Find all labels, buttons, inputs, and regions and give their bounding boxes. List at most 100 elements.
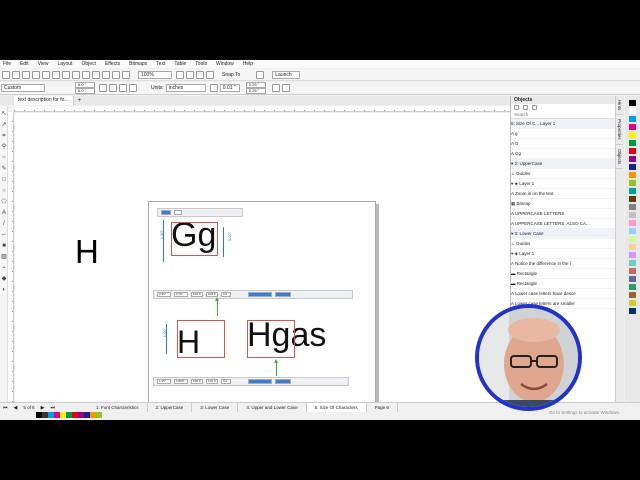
polygon-tool-icon[interactable]: ⬠ xyxy=(1,199,7,205)
object-tree-item[interactable]: A Zoom in on the text xyxy=(511,189,615,199)
page-tab[interactable]: 1: Font Charcteristics xyxy=(88,403,148,412)
side-tab-hints[interactable]: Hints xyxy=(616,96,623,116)
shape-tool-icon[interactable]: ↗ xyxy=(1,122,7,128)
bounding-rectangle-h[interactable] xyxy=(177,320,225,358)
bounding-rectangle-hgas[interactable] xyxy=(247,320,295,358)
save-icon[interactable] xyxy=(22,70,30,79)
color-swatch[interactable] xyxy=(629,220,636,226)
object-tree-item[interactable]: A UPPERCASE LETTERS, ALSO CA... xyxy=(511,219,615,229)
color-swatch[interactable] xyxy=(629,284,636,290)
units-select[interactable]: inches xyxy=(165,84,206,92)
add-tab-icon[interactable]: + xyxy=(78,98,82,104)
color-swatch[interactable] xyxy=(629,188,636,194)
color-swatch[interactable] xyxy=(629,148,636,154)
color-swatch[interactable] xyxy=(629,204,636,210)
first-page-icon[interactable]: ⏮ xyxy=(0,405,11,411)
grid-icon[interactable] xyxy=(196,70,204,79)
redo-icon[interactable] xyxy=(82,70,90,79)
page-tab[interactable]: 2: UpperCase xyxy=(148,403,193,412)
zoom-tool-icon[interactable]: ⚲ xyxy=(1,144,7,150)
delete-icon[interactable] xyxy=(532,105,537,110)
object-tree-item[interactable]: ▾ ◈ Layer 1 xyxy=(511,249,615,259)
object-tree-item[interactable]: 5: Size Of C... Layer 1 xyxy=(511,119,615,129)
launch-button[interactable]: Launch xyxy=(272,70,301,79)
page-preset-select[interactable]: Custom xyxy=(1,84,45,92)
color-swatch[interactable] xyxy=(629,164,636,170)
new-layer-icon[interactable] xyxy=(514,105,519,110)
object-tree-item[interactable]: A UPPERCASE LETTERS xyxy=(511,209,615,219)
document-page[interactable]: 1.00" Gg 0.00" 0.96" 0.76" 100.0 100.0 0… xyxy=(148,201,376,402)
text-tool-icon[interactable]: A xyxy=(1,210,7,216)
all-pages-icon[interactable] xyxy=(119,84,127,92)
crop-tool-icon[interactable]: ⌗ xyxy=(1,133,7,139)
search-icon[interactable] xyxy=(92,70,100,79)
horizontal-ruler[interactable] xyxy=(14,106,510,112)
import-icon[interactable] xyxy=(102,70,110,79)
prev-page-icon[interactable]: ◀ xyxy=(11,405,21,411)
color-swatch[interactable] xyxy=(629,276,636,282)
nudge-distance-input[interactable]: 0.01 " xyxy=(219,84,240,92)
side-tab-objects[interactable]: Objects xyxy=(616,145,623,170)
color-swatch[interactable] xyxy=(629,228,636,234)
treat-as-filled-icon[interactable] xyxy=(271,84,280,92)
gear-icon[interactable] xyxy=(256,70,265,79)
duplicate-y-input[interactable]: 0.25 " xyxy=(245,88,266,94)
color-swatch[interactable] xyxy=(629,180,636,186)
drop-shadow-icon[interactable]: ■ xyxy=(1,243,7,249)
open-icon[interactable] xyxy=(12,70,20,79)
copy-icon[interactable] xyxy=(52,70,60,79)
object-tree-item[interactable]: ▦ Bitmap xyxy=(511,199,615,209)
paste-icon[interactable] xyxy=(62,70,70,79)
menu-bitmaps[interactable]: Bitmaps xyxy=(129,61,147,67)
color-swatch[interactable] xyxy=(629,116,636,122)
menu-window[interactable]: Window xyxy=(216,61,234,67)
rectangle-tool-icon[interactable]: □ xyxy=(1,177,7,183)
side-tab-properties[interactable]: Properties xyxy=(616,115,623,145)
portrait-icon[interactable] xyxy=(99,84,107,92)
vertical-ruler[interactable] xyxy=(8,112,14,402)
color-swatch[interactable] xyxy=(629,292,636,298)
color-swatch[interactable] xyxy=(629,132,636,138)
page-tab[interactable]: Page 6 xyxy=(367,403,398,412)
current-page-icon[interactable] xyxy=(129,84,137,92)
pdf-icon[interactable] xyxy=(122,70,130,79)
menu-tools[interactable]: Tools xyxy=(195,61,207,67)
last-page-icon[interactable]: ⏭ xyxy=(48,405,59,411)
color-swatch[interactable] xyxy=(629,196,636,202)
smart-fill-icon[interactable]: ◐ xyxy=(1,287,7,293)
artistic-media-icon[interactable]: ✎ xyxy=(1,166,7,172)
eyedropper-icon[interactable]: ⌁ xyxy=(1,265,7,271)
menu-effects[interactable]: Effects xyxy=(105,61,120,67)
snap-to-menu[interactable]: Snap To xyxy=(222,72,240,78)
object-tree-item[interactable]: ▾ ◈ Layer 1 xyxy=(511,179,615,189)
options-icon[interactable] xyxy=(281,84,290,92)
color-swatch[interactable] xyxy=(629,124,636,130)
menu-edit[interactable]: Edit xyxy=(20,61,29,67)
menu-view[interactable]: View xyxy=(38,61,49,67)
landscape-icon[interactable] xyxy=(109,84,117,92)
fullscreen-icon[interactable] xyxy=(176,70,184,79)
color-swatch[interactable] xyxy=(629,236,636,242)
menu-table[interactable]: Table xyxy=(174,61,186,67)
menu-file[interactable]: File xyxy=(3,61,11,67)
menu-object[interactable]: Object xyxy=(81,61,95,67)
pick-tool-icon[interactable]: ↖ xyxy=(1,111,7,117)
color-swatch[interactable] xyxy=(629,156,636,162)
color-swatch[interactable] xyxy=(629,260,636,266)
color-swatch[interactable] xyxy=(629,212,636,218)
color-swatch[interactable] xyxy=(629,300,636,306)
menu-help[interactable]: Help xyxy=(243,61,253,67)
object-tree-item[interactable]: ▬ Rectangle xyxy=(511,279,615,289)
bounding-rectangle-gg[interactable] xyxy=(171,222,218,256)
document-tab[interactable]: text description for fo... xyxy=(14,96,74,105)
cut-icon[interactable] xyxy=(42,70,50,79)
color-swatch[interactable] xyxy=(629,244,636,250)
color-swatch[interactable] xyxy=(629,252,636,258)
objects-search-input[interactable]: Search xyxy=(511,111,615,119)
color-swatch[interactable] xyxy=(629,140,636,146)
new-master-layer-icon[interactable] xyxy=(523,105,528,110)
wireframe-icon[interactable] xyxy=(186,70,194,79)
undo-icon[interactable] xyxy=(72,70,80,79)
color-swatch[interactable] xyxy=(629,100,636,106)
color-swatch[interactable] xyxy=(629,268,636,274)
